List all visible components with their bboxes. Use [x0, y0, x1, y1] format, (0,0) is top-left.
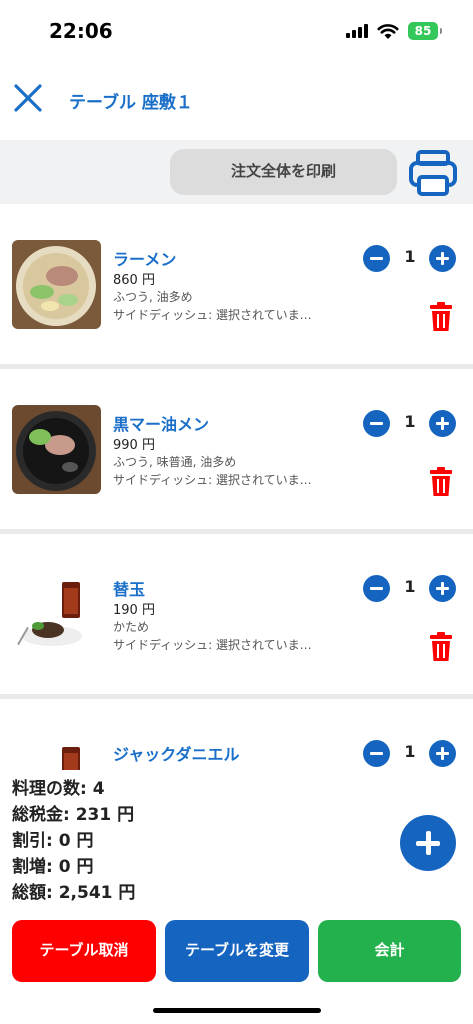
minus-icon[interactable]: [363, 410, 390, 437]
food-drink-image: [12, 570, 101, 659]
trash-icon[interactable]: [429, 467, 453, 497]
plus-icon[interactable]: [429, 740, 456, 767]
add-item-button[interactable]: [400, 815, 456, 871]
order-item[interactable]: ラーメン 860 円 ふつう, 油多め サイドディッシュ: 選択されていま… 1: [0, 204, 473, 364]
trash-icon[interactable]: [429, 302, 453, 332]
quantity-value: 1: [404, 412, 416, 431]
item-name[interactable]: ジャックダニエル: [113, 741, 240, 765]
home-indicator: [153, 1008, 321, 1013]
discount: 割引: 0 円: [12, 831, 94, 851]
plus-icon[interactable]: [429, 245, 456, 272]
item-options: ふつう, 油多め: [113, 290, 193, 304]
item-name[interactable]: 黒マー油メン: [113, 411, 209, 435]
plus-icon[interactable]: [429, 575, 456, 602]
minus-icon[interactable]: [363, 575, 390, 602]
status-time: 22:06: [49, 19, 113, 43]
item-options: ふつう, 味普通, 油多め: [113, 455, 237, 469]
wifi-icon: [377, 24, 399, 39]
quantity-value: 1: [404, 247, 416, 266]
header: テーブル 座敷１: [0, 70, 473, 130]
print-all-button[interactable]: 注文全体を印刷: [170, 149, 397, 195]
quantity-value: 1: [404, 577, 416, 596]
item-name[interactable]: 替玉: [113, 576, 145, 600]
item-side-dish: サイドディッシュ: 選択されていま…: [113, 638, 312, 652]
dish-count: 料理の数: 4: [12, 779, 105, 799]
item-options: かため: [113, 620, 150, 634]
checkout-button[interactable]: 会計: [318, 920, 461, 982]
battery-tip: [440, 28, 442, 34]
item-name[interactable]: ラーメン: [113, 246, 176, 270]
status-bar: 22:06 85: [0, 0, 473, 62]
cancel-table-button[interactable]: テーブル取消: [12, 920, 156, 982]
food-drink-image: [12, 735, 101, 770]
order-item[interactable]: 替玉 190 円 かため サイドディッシュ: 選択されていま… 1: [0, 534, 473, 694]
print-bar: 注文全体を印刷: [0, 140, 473, 204]
item-price: 860 円: [113, 273, 155, 288]
item-side-dish: サイドディッシュ: 選択されていま…: [113, 308, 312, 322]
order-list[interactable]: ラーメン 860 円 ふつう, 油多め サイドディッシュ: 選択されていま… 1…: [0, 204, 473, 770]
minus-icon[interactable]: [363, 245, 390, 272]
grand-total: 総額: 2,541 円: [12, 883, 136, 903]
trash-icon[interactable]: [429, 632, 453, 662]
printer-icon[interactable]: [408, 150, 458, 196]
close-icon[interactable]: [12, 82, 44, 114]
item-price: 190 円: [113, 603, 155, 618]
black-ramen-image: [12, 405, 101, 494]
item-side-dish: サイドディッシュ: 選択されていま…: [113, 473, 312, 487]
order-item[interactable]: ジャックダニエル 1: [0, 699, 473, 770]
item-price: 990 円: [113, 438, 155, 453]
plus-icon[interactable]: [429, 410, 456, 437]
ramen-image: [12, 240, 101, 329]
page-title: テーブル 座敷１: [69, 93, 193, 113]
tax-total: 総税金: 231 円: [12, 805, 135, 825]
order-summary: 料理の数: 4 総税金: 231 円 割引: 0 円 割増: 0 円 総額: 2…: [12, 776, 312, 906]
signal-icon: [346, 24, 368, 38]
order-item[interactable]: 黒マー油メン 990 円 ふつう, 味普通, 油多め サイドディッシュ: 選択さ…: [0, 369, 473, 529]
change-table-button[interactable]: テーブルを変更: [165, 920, 309, 982]
surcharge: 割増: 0 円: [12, 857, 94, 877]
quantity-value: 1: [404, 742, 416, 761]
battery-icon: 85: [408, 22, 438, 40]
minus-icon[interactable]: [363, 740, 390, 767]
